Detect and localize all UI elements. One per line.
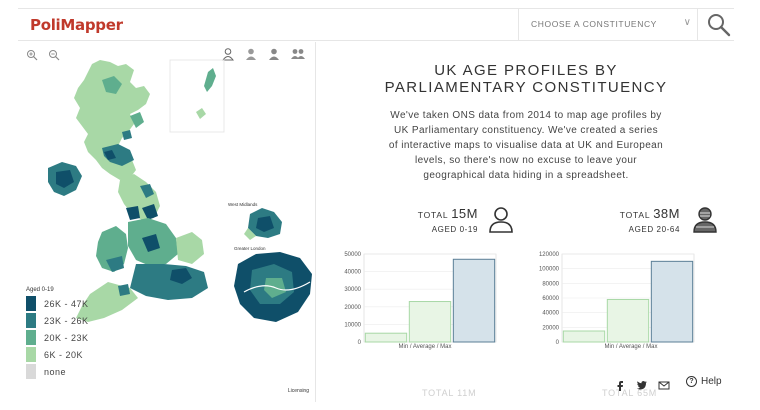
bristol-area (118, 284, 130, 296)
legend-label: 6K - 20K (44, 349, 84, 360)
legend-swatch (26, 313, 36, 328)
facebook-button[interactable] (614, 378, 626, 391)
legend-item[interactable]: 20K - 23K (26, 330, 89, 345)
legend-item[interactable]: 26K - 47K (26, 296, 89, 311)
map-legend: Aged 0-19 26K - 47K 23K - 26K 20K - 23K … (26, 287, 89, 381)
page-title-line: PARLIAMENTARY CONSTITUENCY (384, 79, 668, 96)
legend-label: 23K - 26K (44, 315, 89, 326)
chart-y-tick-label: 40000 (542, 311, 559, 317)
description-line: geographical data hiding in a spreadshee… (423, 170, 629, 181)
south-east-england (130, 264, 208, 300)
description-line: We've taken ONS data from 2014 to map ag… (390, 110, 662, 121)
stat-total-faded: TOTAL 65M (602, 388, 658, 398)
chart-y-tick-label: 120000 (539, 252, 560, 258)
twitter-icon (636, 381, 647, 390)
legend-item[interactable]: 23K - 26K (26, 313, 89, 328)
inset-label-greater-london: Greater London (234, 246, 266, 251)
chart-y-tick-label: 50000 (344, 252, 361, 258)
search-button[interactable] (706, 12, 732, 38)
inset-label-west-midlands: West Midlands (228, 202, 258, 207)
legend-label: 20K - 23K (44, 332, 89, 343)
chart-y-tick-label: 0 (556, 340, 560, 346)
email-button[interactable] (658, 378, 670, 390)
help-button[interactable]: ? Help (686, 376, 722, 387)
legend-title: Aged 0-19 (26, 287, 54, 293)
legend-swatch (26, 296, 36, 311)
stat-aged-0-19: TOTAL 15M AGED 0-19 (378, 206, 478, 234)
chart-bar (452, 258, 496, 343)
stat-person-button[interactable] (690, 204, 720, 234)
bar-chart-aged-0-19: 01000020000300004000050000 (344, 252, 497, 346)
stat-total-value: 38M (653, 206, 680, 221)
legend-swatch (26, 364, 36, 379)
legend-swatch (26, 347, 36, 362)
chart-bar (408, 301, 452, 343)
east-anglia (176, 232, 204, 264)
stat-total-label: TOTAL (417, 210, 449, 220)
chart-bar (562, 330, 606, 343)
chart-y-tick-label: 20000 (542, 325, 559, 331)
stat-total-faded: TOTAL 11M (422, 388, 477, 398)
help-icon: ? (686, 376, 697, 387)
stat-aged-20-64: TOTAL 38M AGED 20-64 (580, 206, 680, 234)
legend-item[interactable]: 6K - 20K (26, 347, 89, 362)
chart-bar (606, 298, 650, 343)
stat-age-range: AGED 0-19 (431, 225, 478, 234)
stat-person-button[interactable] (486, 204, 516, 234)
logo[interactable]: PoliMapper (30, 16, 123, 34)
chart-x-label: Min / Average / Max (398, 344, 452, 350)
page-title-line: UK AGE PROFILES BY (434, 62, 618, 79)
twitter-button[interactable] (636, 378, 648, 390)
manchester-area (126, 206, 140, 220)
chart-bar (364, 332, 408, 343)
help-label: Help (701, 376, 722, 387)
legend-swatch (26, 330, 36, 345)
email-icon (658, 381, 670, 390)
person-striped-icon (693, 207, 717, 233)
constituency-select[interactable]: CHOOSE A CONSTITUENCY ∨ (518, 9, 698, 40)
description-line: of interactive maps to visualise data at… (388, 140, 664, 151)
legend-label: 26K - 47K (44, 298, 89, 309)
chart-y-tick-label: 60000 (542, 296, 559, 302)
search-icon (708, 14, 731, 37)
shetland-islands (204, 68, 216, 92)
chart-x-label: Min / Average / Max (604, 344, 658, 350)
chart-y-tick-label: 30000 (344, 287, 361, 293)
shetland-inset-frame (169, 59, 225, 133)
description-line: UK Parliamentary constituency. We've cre… (394, 125, 658, 136)
stat-total-label: TOTAL (619, 210, 651, 220)
bar-chart-aged-20-64: 0 20000 40000 60000 80000 100000 120000 (539, 252, 695, 346)
licensing-link[interactable]: Licensing (288, 388, 309, 394)
person-outline-icon (489, 207, 513, 233)
stat-total-value: 15M (451, 206, 478, 221)
top-bar: PoliMapper CHOOSE A CONSTITUENCY ∨ (18, 8, 734, 41)
map-panel: West Midlands Greater London Aged 0-19 2… (18, 42, 316, 402)
chart-y-tick-label: 20000 (344, 305, 361, 311)
stat-age-range: AGED 20-64 (628, 225, 680, 234)
orkney-islands (196, 108, 206, 119)
page-title: UK AGE PROFILES BY PARLIAMENTARY CONSTIT… (318, 62, 734, 96)
chart-bar (650, 260, 694, 343)
page-description: We've taken ONS data from 2014 to map ag… (348, 108, 704, 183)
chart-y-tick-label: 80000 (542, 281, 559, 287)
chart-y-tick-label: 40000 (344, 270, 361, 276)
content-panel: UK AGE PROFILES BY PARLIAMENTARY CONSTIT… (318, 42, 734, 402)
facebook-icon (617, 381, 623, 391)
chart-y-tick-label: 100000 (539, 267, 560, 273)
legend-label: none (44, 366, 67, 377)
chevron-down-icon: ∨ (683, 17, 691, 28)
chart-y-tick-label: 10000 (344, 322, 361, 328)
legend-item[interactable]: none (26, 364, 89, 379)
constituency-select-label: CHOOSE A CONSTITUENCY (531, 19, 657, 29)
description-line: levels, so there's now no excuse to leav… (414, 155, 638, 166)
